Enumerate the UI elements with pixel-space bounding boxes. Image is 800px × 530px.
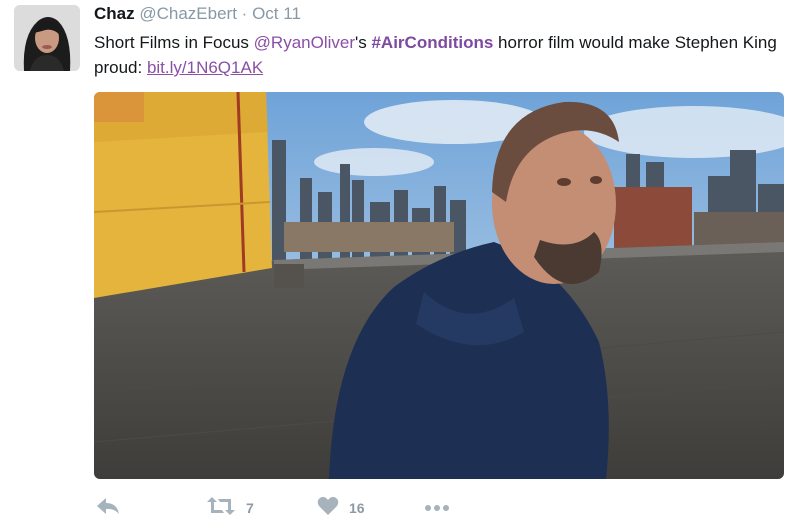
author-name[interactable]: Chaz xyxy=(94,4,135,23)
ellipsis-icon xyxy=(424,499,450,517)
retweet-count: 7 xyxy=(246,500,254,516)
like-button[interactable]: 16 xyxy=(317,496,365,520)
tweet-text: Short Films in Focus @RyanOliver's #AirC… xyxy=(94,30,784,80)
tweet-header: Chaz @ChazEbert · Oct 11 xyxy=(94,3,301,25)
avatar-photo xyxy=(14,5,80,71)
tweet-actions: 7 16 xyxy=(94,496,784,520)
tweet-timestamp[interactable]: Oct 11 xyxy=(252,4,301,23)
more-options-button[interactable] xyxy=(424,496,450,520)
reply-arrow-icon xyxy=(96,495,120,522)
mention-link[interactable]: @RyanOliver xyxy=(254,33,355,52)
url-link[interactable]: bit.ly/1N6Q1AK xyxy=(147,58,263,77)
rooftop-photo xyxy=(94,92,784,479)
tweet-text-part: 's xyxy=(355,33,372,52)
retweet-icon xyxy=(206,495,236,522)
tweet-text-part: Short Films in Focus xyxy=(94,33,254,52)
like-count: 16 xyxy=(349,500,365,516)
separator-dot: · xyxy=(241,4,248,23)
hashtag-link[interactable]: #AirConditions xyxy=(371,33,493,52)
tweet-media-image[interactable] xyxy=(94,92,784,479)
tweet-card[interactable]: Chaz @ChazEbert · Oct 11 Short Films in … xyxy=(0,0,800,530)
retweet-button[interactable]: 7 xyxy=(206,496,254,520)
reply-button[interactable] xyxy=(96,496,120,520)
heart-icon xyxy=(317,496,339,521)
avatar[interactable] xyxy=(14,5,80,71)
author-handle[interactable]: @ChazEbert xyxy=(139,4,237,23)
